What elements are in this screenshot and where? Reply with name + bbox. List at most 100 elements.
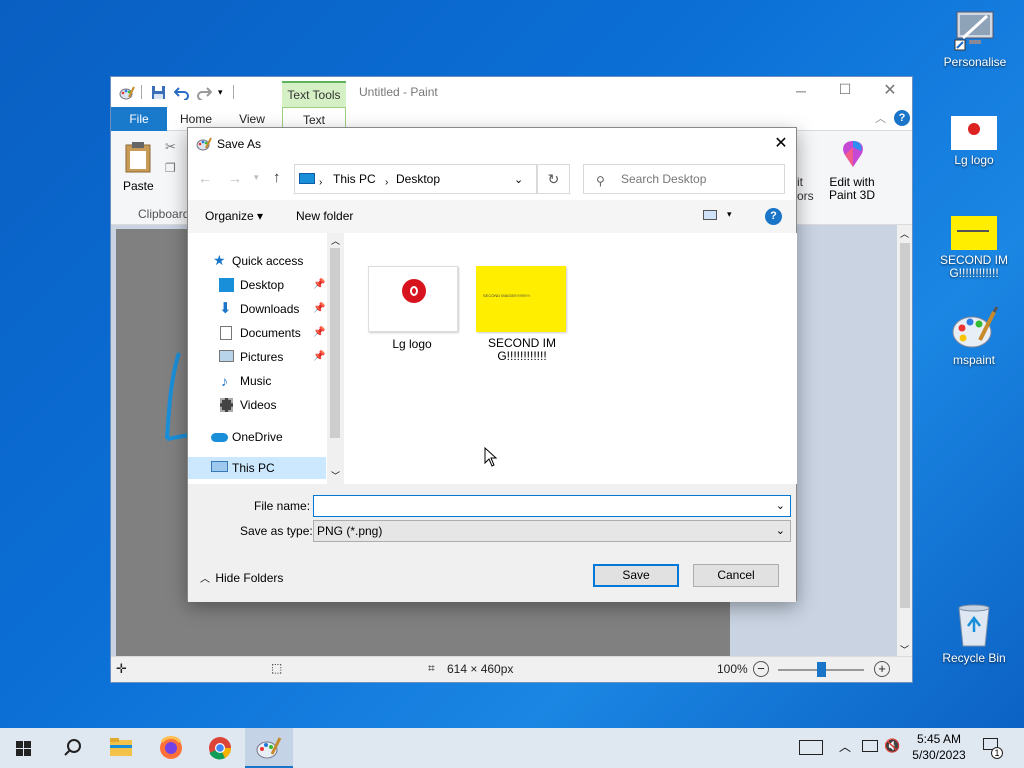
desktop-icon-label: SECOND IMG!!!!!!!!!!!! — [939, 253, 1008, 280]
file-item-second-img[interactable]: SECOND IMAGE!!!!!!!!!!!!!! SECOND IMG!!!… — [470, 259, 574, 369]
tree-item-downloads[interactable]: ⬇ Downloads 📌 — [188, 298, 328, 320]
desktop-icon-label: Personalise — [943, 55, 1007, 69]
taskbar-search-button[interactable] — [48, 728, 96, 768]
organize-menu[interactable]: Organize ▾ — [205, 209, 263, 223]
show-hidden-icons-chevron[interactable]: ︿ — [839, 738, 851, 755]
zoom-out-button[interactable]: − — [753, 661, 769, 677]
refresh-button[interactable]: ↻ — [537, 164, 570, 194]
qat-customize-icon[interactable]: ▾ — [218, 87, 223, 98]
computer-icon — [211, 461, 228, 472]
chevron-down-icon[interactable]: ⌄ — [776, 521, 785, 542]
maximize-button[interactable]: ☐ — [830, 81, 860, 98]
breadcrumb-this-pc[interactable]: This PC — [333, 169, 376, 190]
star-icon: ★ — [213, 252, 226, 268]
start-button[interactable] — [0, 728, 48, 768]
cursor-position-icon: ✛ — [116, 661, 127, 676]
partial-ribbon-label: it — [797, 175, 803, 189]
edit-with-paint3d-button[interactable]: Edit with Paint 3D — [825, 135, 879, 202]
scroll-down-icon[interactable]: ﹀ — [900, 643, 909, 656]
desktop-icon-second-img[interactable]: SECOND IMG!!!!!!!!!!!! — [936, 216, 1012, 280]
cancel-button[interactable]: Cancel — [693, 564, 779, 587]
tree-item-this-pc[interactable]: This PC — [188, 457, 326, 479]
desktop-icon-label: Lg logo — [954, 153, 994, 167]
tab-file[interactable]: File — [111, 107, 167, 131]
up-button[interactable]: ↑ — [273, 169, 281, 186]
window-title: Untitled - Paint — [359, 85, 438, 99]
minimize-button[interactable]: ─ — [786, 83, 816, 99]
notification-center-button[interactable]: 1 — [980, 736, 1003, 759]
chevron-down-icon[interactable]: ⌄ — [514, 170, 523, 191]
scroll-down-icon[interactable]: ﹀ — [331, 469, 340, 482]
search-input[interactable]: ⚲ Search Desktop — [583, 164, 785, 194]
scroll-up-icon[interactable]: ︿ — [900, 227, 909, 240]
scrollbar-thumb[interactable] — [330, 248, 340, 438]
view-options-chevron-icon[interactable]: ▾ — [727, 209, 732, 220]
tree-item-music[interactable]: ♪ Music — [188, 370, 328, 392]
desktop-icon-lg-logo[interactable]: Lg logo — [936, 116, 1012, 167]
tree-item-quick-access[interactable]: ★ Quick access — [188, 250, 328, 272]
canvas-size-icon: ⌗ — [428, 661, 435, 675]
pin-icon: 📌 — [313, 279, 326, 290]
collapse-ribbon-icon[interactable]: ︿ — [875, 110, 886, 126]
back-button[interactable]: ← — [198, 170, 212, 186]
scrollbar-thumb[interactable] — [900, 243, 910, 608]
network-icon[interactable] — [862, 740, 878, 752]
download-icon: ⬇ — [219, 300, 232, 317]
tree-item-onedrive[interactable]: OneDrive — [188, 426, 328, 448]
recent-locations-icon[interactable]: ▾ — [254, 172, 259, 183]
copy-icon[interactable]: ❐ — [165, 161, 176, 175]
forward-button[interactable]: → — [228, 170, 242, 186]
hide-folders-toggle[interactable]: ︿ Hide Folders — [200, 570, 283, 585]
partial-ribbon-label: ors — [797, 189, 814, 203]
navigation-pane-scrollbar[interactable]: ︿ ﹀ — [327, 233, 343, 484]
taskbar-paint[interactable] — [245, 728, 293, 768]
taskbar-chrome[interactable] — [196, 728, 244, 768]
redo-icon[interactable] — [196, 84, 213, 103]
desktop-icon-personalise[interactable]: Personalise — [937, 8, 1013, 69]
zoom-in-button[interactable]: + — [874, 661, 890, 677]
folder-icon — [110, 738, 132, 756]
breadcrumb-desktop[interactable]: Desktop — [396, 169, 440, 190]
desktop-icon-mspaint[interactable]: mspaint — [936, 306, 1012, 367]
dialog-close-button[interactable]: ✕ — [766, 133, 796, 153]
tree-item-pictures[interactable]: Pictures 📌 — [188, 346, 328, 368]
help-icon[interactable]: ? — [894, 110, 910, 126]
address-bar[interactable]: › This PC › Desktop ⌄ — [294, 164, 537, 194]
chevron-up-icon: ︿ — [200, 574, 210, 585]
help-icon[interactable]: ? — [765, 208, 782, 225]
command-bar: Organize ▾ New folder ▾ ? — [188, 200, 796, 233]
vertical-scrollbar[interactable]: ︿ ﹀ — [897, 225, 912, 658]
tree-item-documents[interactable]: Documents 📌 — [188, 322, 328, 344]
zoom-slider-thumb[interactable] — [817, 662, 826, 677]
paste-button[interactable]: Paste — [119, 137, 157, 193]
volume-muted-icon[interactable]: 🔇 — [884, 738, 900, 754]
view-options-icon[interactable] — [703, 210, 717, 220]
paste-icon — [124, 141, 152, 176]
undo-icon[interactable] — [173, 84, 190, 103]
chevron-down-icon[interactable]: ⌄ — [776, 496, 785, 517]
save-as-type-select[interactable]: PNG (*.png) ⌄ — [313, 520, 791, 542]
document-icon — [220, 326, 232, 340]
save-button[interactable]: Save — [593, 564, 679, 587]
touch-keyboard-icon[interactable] — [799, 740, 823, 755]
taskbar-file-explorer[interactable] — [97, 728, 145, 768]
this-pc-icon — [299, 173, 315, 184]
clipboard-group-label: Clipboard — [138, 207, 190, 221]
video-icon — [220, 398, 233, 412]
scroll-up-icon[interactable]: ︿ — [331, 234, 340, 247]
new-folder-button[interactable]: New folder — [296, 209, 353, 223]
tree-item-desktop[interactable]: Desktop 📌 — [188, 274, 328, 296]
file-name-field[interactable]: ⌄ — [313, 495, 791, 517]
desktop-icon-recycle-bin[interactable]: Recycle Bin — [936, 602, 1012, 665]
clock[interactable]: 5:45 AM 5/30/2023 — [904, 731, 974, 763]
save-icon[interactable] — [151, 85, 166, 103]
file-item-lg-logo[interactable]: Lg logo — [362, 259, 462, 354]
navigation-pane: ★ Quick access Desktop 📌 ⬇ Downloads 📌 D… — [188, 233, 343, 484]
tree-item-videos[interactable]: Videos — [188, 394, 328, 416]
close-button[interactable]: ✕ — [875, 80, 905, 100]
save-as-type-label: Save as type: — [240, 524, 313, 538]
pin-icon: 📌 — [313, 351, 326, 362]
pin-icon: 📌 — [313, 303, 326, 314]
taskbar-firefox[interactable] — [147, 728, 195, 768]
cut-icon[interactable]: ✂ — [165, 139, 176, 155]
